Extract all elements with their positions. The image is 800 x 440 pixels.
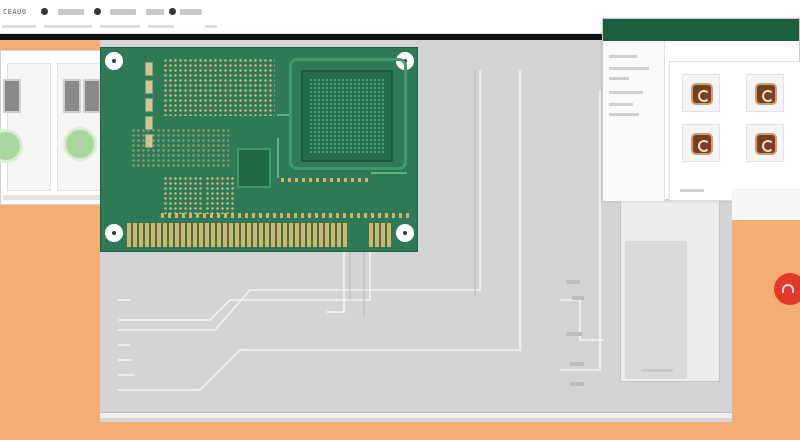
app-canvas: CEAU0 [0,0,800,440]
chip-thumbnail-icon [83,79,101,113]
pad-strip [281,178,371,182]
chip-thumbnail-icon [3,79,21,113]
pad-cluster [163,176,203,214]
component-tile[interactable] [746,74,784,112]
library-item[interactable] [609,67,649,70]
pcb-trace [371,172,407,174]
pcb-trace [277,138,279,178]
component-grid[interactable] [669,61,800,201]
component-tile[interactable] [682,124,720,162]
pad-cluster [205,176,235,214]
edge-connector [127,223,347,247]
window-titlebar[interactable] [603,19,799,41]
library-item[interactable] [609,103,633,106]
component-icon [755,83,777,105]
pcb-board[interactable] [100,47,418,252]
component-tile[interactable] [682,74,720,112]
notification-button[interactable] [774,273,800,305]
bga-pad-array [163,58,275,116]
mounting-hole-icon [105,224,123,242]
memory-chip[interactable] [237,148,271,188]
ring-thumbnail-icon [63,127,97,161]
panel-extension [732,188,800,220]
grid-footer-label [680,189,704,192]
component-icon [691,83,713,105]
processor-grid [309,78,385,154]
library-item[interactable] [609,55,637,58]
pad-strip [161,213,411,218]
pcb-trace [277,114,289,116]
library-item[interactable] [609,113,639,116]
edge-connector-tab [369,223,391,247]
component-icon [755,133,777,155]
library-item[interactable] [609,91,643,94]
chip-thumbnail-icon [63,79,81,113]
component-tile[interactable] [746,124,784,162]
mounting-hole-icon [105,52,123,70]
notification-icon [782,284,794,293]
layer-label [641,369,673,372]
layer-list[interactable] [625,241,687,379]
pad-cluster [131,128,229,168]
component-library-window[interactable] [602,18,800,201]
library-sidebar[interactable] [603,41,665,201]
mounting-hole-icon [396,224,414,242]
component-icon [691,133,713,155]
library-item[interactable] [609,77,629,80]
